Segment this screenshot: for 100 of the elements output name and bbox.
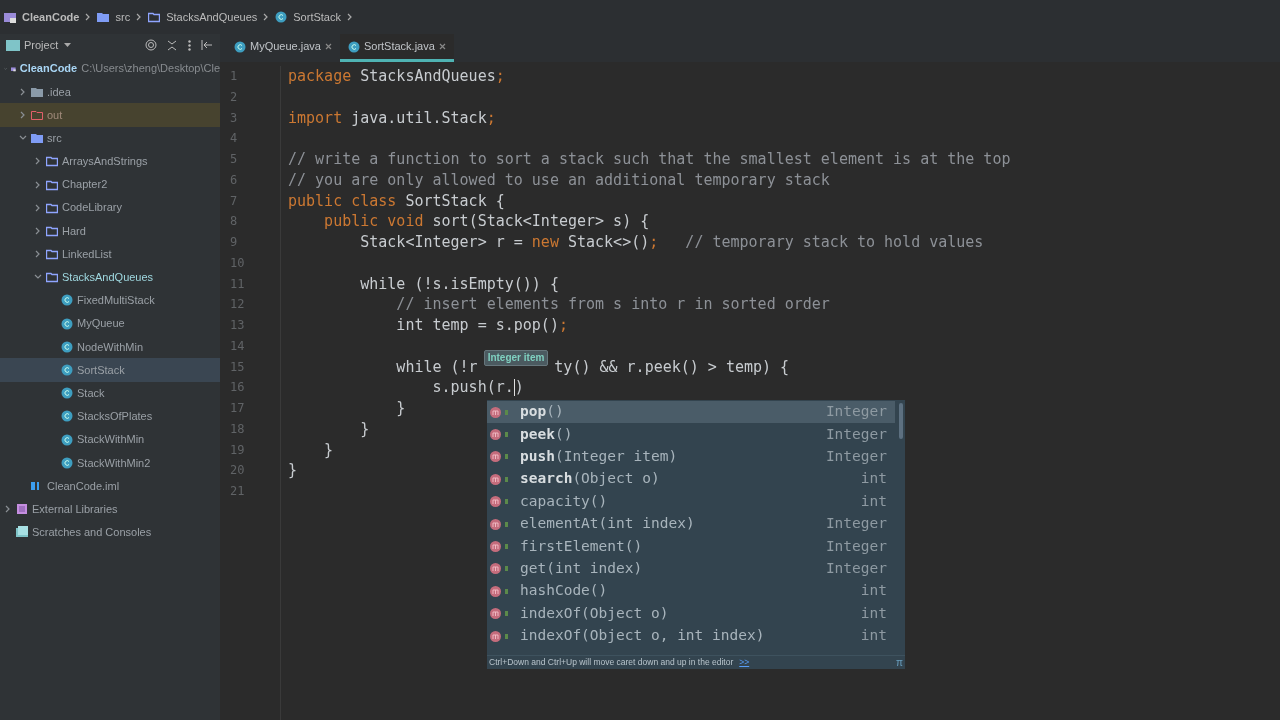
line-number: 11 (230, 275, 245, 293)
completion-item[interactable]: search(Object o) int (487, 468, 895, 491)
folder-icon (46, 224, 58, 237)
editor-tab[interactable]: MyQueue.java (226, 34, 340, 62)
completion-item[interactable]: firstElement() Integer (487, 535, 895, 558)
line-number: 16 (230, 379, 245, 397)
method-icon (490, 563, 510, 575)
tree-item[interactable]: StackWithMin2 (0, 451, 220, 475)
tree-item[interactable]: SortStack (0, 358, 220, 382)
line-number: 6 (230, 171, 238, 189)
code-text: ; (649, 232, 659, 253)
tree-item[interactable]: Hard (0, 219, 220, 243)
method-icon (490, 473, 510, 485)
completion-item[interactable]: indexOf(Object o) int (487, 602, 895, 625)
code-text: sort (432, 211, 469, 232)
code-text: { (494, 190, 505, 212)
chevron-icon (346, 13, 353, 21)
completion-item[interactable]: peek() Integer (487, 423, 895, 446)
panel-title[interactable]: Project (24, 36, 59, 54)
completion-item[interactable]: hashCode() int (487, 580, 895, 603)
code-text: java.util.Stack (351, 107, 487, 129)
method-icon (490, 406, 510, 418)
folder-icon (46, 201, 58, 214)
line-number: 4 (230, 130, 238, 148)
tree-item[interactable]: NodeWithMin (0, 335, 220, 359)
parameter-tooltip: Integer item (483, 349, 549, 366)
pin-button[interactable]: π (896, 655, 903, 670)
code-text: public void (323, 211, 425, 232)
code-text: (!s.isEmpty()) { (414, 273, 559, 295)
line-number: 13 (230, 317, 245, 334)
close-icon[interactable] (324, 43, 332, 50)
more-icon[interactable] (188, 39, 191, 51)
target-icon[interactable] (145, 39, 157, 51)
folder-icon (46, 248, 58, 261)
method-icon (490, 608, 510, 620)
method-icon (490, 451, 510, 463)
line-number: 12 (230, 296, 245, 314)
code-comment: // write a function to sort a stack such that the smallest element is at the top (288, 149, 1011, 170)
tree-item[interactable]: StackWithMin (0, 428, 220, 452)
tree-item[interactable]: ArraysAndStrings (0, 149, 220, 173)
code-text: ; (558, 315, 568, 336)
breadcrumb-item[interactable]: src (115, 8, 131, 26)
line-number: 10 (230, 254, 245, 272)
close-icon[interactable] (438, 43, 446, 50)
class-icon (61, 294, 73, 307)
code-text: new (531, 232, 560, 253)
folder-icon (31, 108, 43, 121)
collapse-icon[interactable] (167, 39, 178, 51)
line-number: 9 (230, 234, 238, 251)
tree-item[interactable]: FixedMultiStack (0, 288, 220, 313)
tree-item[interactable]: Scratches and Consoles (0, 520, 220, 544)
class-icon (61, 387, 73, 400)
breadcrumb-item[interactable]: StacksAndQueues (166, 8, 258, 26)
tree-item[interactable]: Chapter2 (0, 172, 220, 197)
editor-tab[interactable]: SortStack.java (339, 34, 454, 62)
tree-item[interactable]: External Libraries (0, 497, 220, 521)
completion-item[interactable]: push(Integer item) Integer (487, 445, 895, 469)
tree-item[interactable]: MyQueue (0, 312, 220, 336)
folder-icon (31, 85, 43, 98)
tree-item[interactable]: CodeLibrary (0, 196, 220, 220)
scrollbar-thumb[interactable] (899, 403, 903, 439)
code-text: s.push(r. (431, 377, 514, 398)
completion-item[interactable]: get(int index) Integer (487, 557, 895, 581)
tree-item[interactable]: StacksAndQueues (0, 265, 220, 289)
line-number: 15 (230, 358, 245, 376)
dropdown-icon[interactable] (64, 43, 72, 47)
tree-item[interactable]: CleanCode C:\Users\zheng\Desktop\Cle (0, 57, 220, 81)
class-icon (61, 456, 73, 469)
code-text: public class (288, 190, 398, 212)
library-icon (16, 503, 28, 516)
line-number: 5 (230, 151, 238, 168)
tree-item[interactable]: src (0, 126, 220, 150)
tree-item[interactable]: Stack (0, 381, 220, 405)
completion-item[interactable]: pop() Integer (487, 401, 895, 424)
code-text: } (395, 398, 406, 419)
method-icon (490, 541, 510, 553)
class-icon (61, 410, 73, 423)
hide-icon[interactable] (201, 40, 212, 50)
completion-item[interactable]: elementAt(int index) Integer (487, 512, 895, 536)
code-comment: // temporary stack to hold values (684, 232, 984, 253)
breadcrumb-item[interactable]: SortStack (293, 8, 341, 26)
tree-item[interactable]: out (0, 103, 220, 127)
tree-item[interactable]: CleanCode.iml (0, 474, 220, 498)
completion-item[interactable]: indexOf(Object o, int index) int (487, 624, 895, 648)
code-text: ; (495, 66, 505, 87)
code-text: package (288, 66, 353, 87)
tree-item[interactable]: LinkedList (0, 242, 220, 266)
completion-item[interactable]: capacity() int (487, 490, 895, 513)
line-number: 1 (230, 68, 238, 85)
code-comment: // insert elements from s into r in sorted order (395, 294, 830, 315)
folder-icon (97, 11, 110, 23)
code-text: Stack<Integer> r = (359, 232, 524, 253)
hint-link[interactable]: >> (739, 656, 750, 669)
class-icon (275, 11, 288, 23)
text-caret (513, 379, 515, 397)
tree-item[interactable]: StacksOfPlates (0, 404, 220, 428)
tree-item[interactable]: .idea (0, 80, 220, 104)
breadcrumb-item[interactable]: CleanCode (22, 8, 80, 26)
folder-icon (31, 132, 43, 145)
code-text: ) (514, 377, 524, 398)
